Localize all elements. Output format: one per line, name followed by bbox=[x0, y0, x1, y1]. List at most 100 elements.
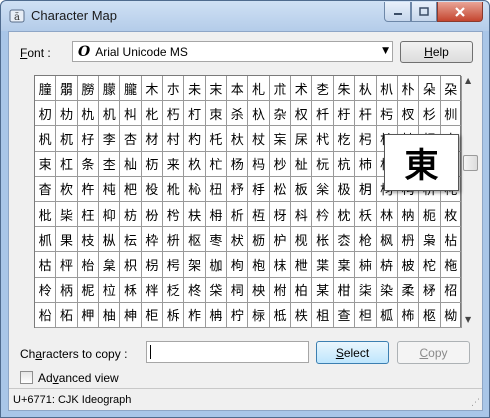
minimize-button[interactable] bbox=[384, 2, 411, 22]
character-cell[interactable]: 柈 bbox=[141, 277, 164, 303]
character-cell[interactable]: 术 bbox=[291, 76, 313, 102]
character-cell[interactable]: 朷 bbox=[35, 101, 57, 127]
character-cell[interactable]: 柞 bbox=[184, 302, 206, 328]
character-cell[interactable]: 枨 bbox=[312, 227, 334, 253]
character-cell[interactable]: 朤 bbox=[56, 76, 78, 102]
character-cell[interactable]: 林 bbox=[376, 201, 398, 228]
character-cell[interactable]: 枾 bbox=[355, 252, 377, 278]
character-cell[interactable]: 杠 bbox=[56, 151, 78, 177]
character-cell[interactable]: 朵 bbox=[419, 76, 441, 102]
character-cell[interactable]: 杹 bbox=[163, 176, 185, 202]
character-cell[interactable]: 杷 bbox=[120, 176, 142, 202]
character-cell[interactable]: 染 bbox=[376, 277, 398, 303]
character-cell[interactable]: 朶 bbox=[440, 76, 462, 102]
character-cell[interactable]: 枪 bbox=[355, 227, 377, 253]
character-cell[interactable]: 枺 bbox=[269, 252, 292, 278]
character-cell[interactable]: 柅 bbox=[77, 277, 100, 303]
character-cell[interactable]: 朦 bbox=[99, 76, 121, 102]
character-cell[interactable]: 柦 bbox=[355, 302, 377, 328]
character-cell[interactable]: 枛 bbox=[35, 227, 57, 253]
resize-grip-icon[interactable]: ⋰ bbox=[471, 398, 480, 408]
character-cell[interactable]: 来 bbox=[163, 151, 185, 177]
font-dropdown[interactable]: O Arial Unicode MS ▼ bbox=[72, 41, 393, 62]
character-cell[interactable]: 柜 bbox=[141, 302, 164, 328]
character-cell[interactable]: 板 bbox=[291, 176, 313, 202]
character-cell[interactable]: 杤 bbox=[141, 151, 164, 177]
maximize-button[interactable] bbox=[411, 2, 437, 22]
title-bar[interactable]: ă Character Map bbox=[1, 1, 489, 31]
character-cell[interactable]: 杖 bbox=[248, 126, 270, 152]
character-cell[interactable]: 柊 bbox=[184, 277, 206, 303]
advanced-view-checkbox[interactable] bbox=[20, 371, 33, 384]
character-cell[interactable]: 朧 bbox=[120, 76, 142, 102]
character-cell[interactable]: 枵 bbox=[163, 252, 185, 278]
character-cell[interactable]: 杬 bbox=[312, 151, 334, 177]
character-cell[interactable]: 枕 bbox=[333, 201, 356, 228]
character-cell[interactable]: 枯 bbox=[35, 252, 57, 278]
character-cell[interactable]: 机 bbox=[99, 101, 121, 127]
character-cell[interactable]: 枱 bbox=[77, 252, 100, 278]
character-grid[interactable]: 朣朤朥朦朧木朩未末本札朮术朰朱朲朳朴朵朶朷朸朹机朻朼朽朾朿杀杁杂权杄杅杆杇杈杉杊… bbox=[34, 75, 462, 328]
character-cell[interactable]: 柩 bbox=[419, 302, 441, 328]
character-cell[interactable]: 枽 bbox=[333, 252, 356, 278]
character-cell[interactable]: 枉 bbox=[77, 201, 100, 228]
character-cell[interactable]: 枍 bbox=[163, 201, 185, 228]
character-cell[interactable]: 朽 bbox=[163, 101, 185, 127]
character-cell[interactable]: 枫 bbox=[376, 227, 398, 253]
character-cell[interactable]: 朾 bbox=[184, 101, 206, 127]
character-cell[interactable]: 杼 bbox=[227, 176, 249, 202]
character-cell[interactable]: 柛 bbox=[120, 302, 142, 328]
character-cell[interactable]: 柆 bbox=[99, 277, 121, 303]
character-cell[interactable]: 杙 bbox=[312, 126, 334, 152]
character-cell[interactable]: 柑 bbox=[333, 277, 356, 303]
character-cell[interactable]: 柕 bbox=[419, 277, 441, 303]
character-cell[interactable]: 杈 bbox=[397, 101, 420, 127]
character-cell[interactable]: 柃 bbox=[35, 277, 57, 303]
character-cell[interactable]: 枣 bbox=[205, 227, 228, 253]
character-cell[interactable]: 朼 bbox=[141, 101, 164, 127]
scroll-down-arrow-icon[interactable]: ▼ bbox=[465, 315, 471, 324]
character-cell[interactable]: 柘 bbox=[56, 302, 78, 328]
character-cell[interactable]: 村 bbox=[163, 126, 185, 152]
help-button[interactable]: Help bbox=[400, 41, 473, 63]
character-cell[interactable]: 杭 bbox=[333, 151, 356, 177]
character-cell[interactable]: 枷 bbox=[205, 252, 228, 278]
character-cell[interactable]: 杓 bbox=[184, 126, 206, 152]
scroll-up-arrow-icon[interactable]: ▲ bbox=[465, 76, 471, 85]
scrollbar-thumb[interactable] bbox=[463, 155, 478, 171]
character-cell[interactable]: 析 bbox=[227, 201, 249, 228]
character-cell[interactable]: 枴 bbox=[141, 252, 164, 278]
character-cell[interactable]: 枲 bbox=[99, 252, 121, 278]
character-cell[interactable]: 枢 bbox=[184, 227, 206, 253]
character-cell[interactable]: 查 bbox=[333, 302, 356, 328]
character-cell[interactable]: 杕 bbox=[227, 126, 249, 152]
character-cell[interactable]: 枒 bbox=[269, 201, 292, 228]
character-cell[interactable]: 枹 bbox=[248, 252, 270, 278]
character-cell[interactable]: 果 bbox=[56, 227, 78, 253]
character-cell[interactable]: 极 bbox=[333, 176, 356, 202]
character-cell[interactable]: 柤 bbox=[312, 302, 334, 328]
character-cell[interactable]: 柇 bbox=[120, 277, 142, 303]
character-cell[interactable]: 朻 bbox=[120, 101, 142, 127]
grid-scrollbar[interactable]: ▲ ▼ bbox=[462, 75, 479, 328]
character-cell[interactable]: 枋 bbox=[120, 201, 142, 228]
character-cell[interactable]: 柠 bbox=[227, 302, 249, 328]
character-cell[interactable]: 柟 bbox=[205, 302, 228, 328]
character-cell[interactable]: 枤 bbox=[227, 227, 249, 253]
character-cell[interactable]: 朮 bbox=[269, 76, 292, 102]
character-cell[interactable]: 柢 bbox=[269, 302, 292, 328]
character-cell[interactable]: 杅 bbox=[333, 101, 356, 127]
character-cell[interactable]: 柏 bbox=[291, 277, 313, 303]
character-cell[interactable]: 末 bbox=[205, 76, 228, 102]
character-cell[interactable]: 枭 bbox=[419, 227, 441, 253]
character-cell[interactable]: 杸 bbox=[141, 176, 164, 202]
character-cell[interactable]: 杨 bbox=[227, 151, 249, 177]
character-cell[interactable]: 未 bbox=[184, 76, 206, 102]
character-cell[interactable]: 材 bbox=[141, 126, 164, 152]
character-cell[interactable]: 杴 bbox=[56, 176, 78, 202]
character-cell[interactable]: 架 bbox=[184, 252, 206, 278]
character-cell[interactable]: 某 bbox=[312, 277, 334, 303]
character-cell[interactable]: 本 bbox=[227, 76, 249, 102]
character-cell[interactable]: 杆 bbox=[355, 101, 377, 127]
character-cell[interactable]: 杺 bbox=[184, 176, 206, 202]
